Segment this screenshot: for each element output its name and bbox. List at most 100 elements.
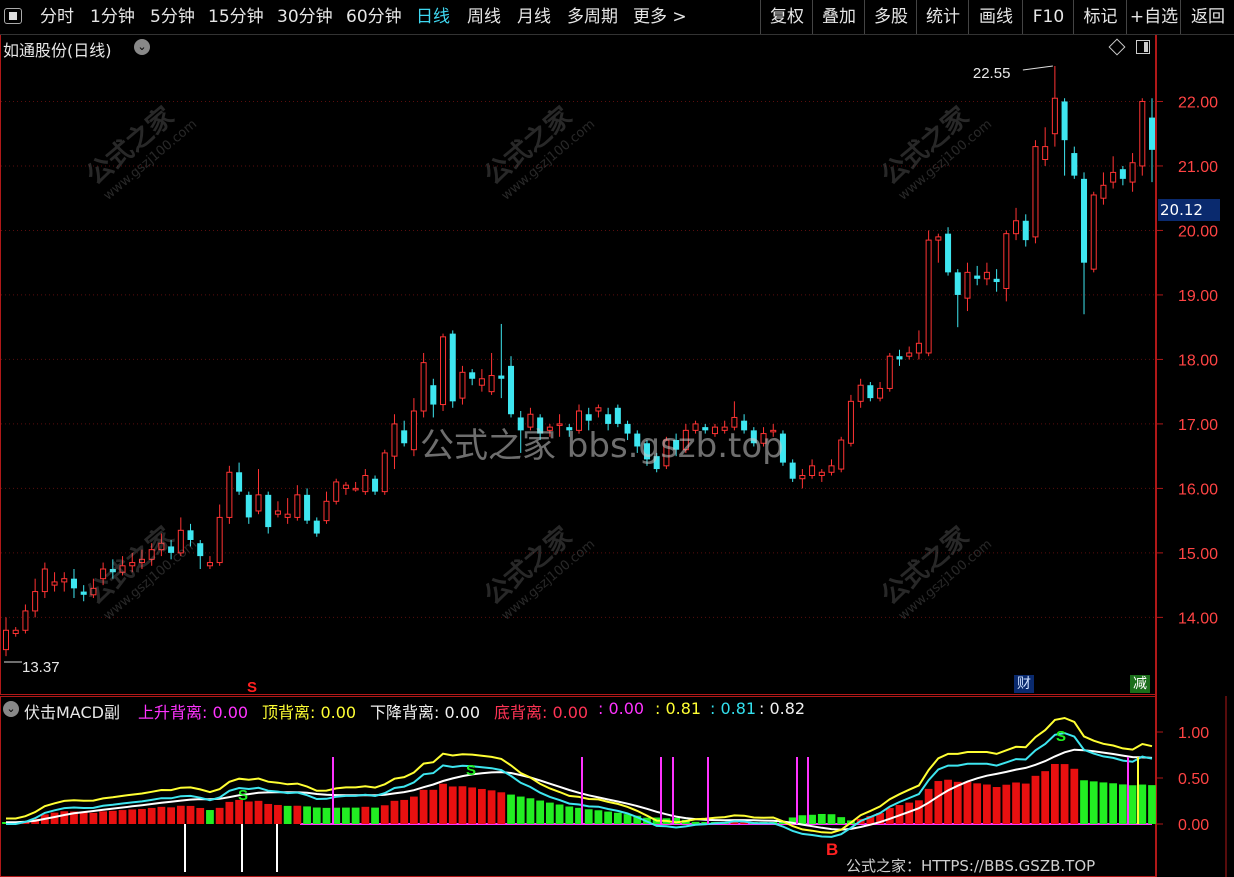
macd-bar: [487, 790, 496, 824]
candle-body: [352, 487, 359, 491]
current-price-tag: 20.12: [1158, 199, 1220, 221]
toolbar-button-5[interactable]: F10: [1022, 0, 1074, 34]
toolbar-button-0[interactable]: 复权: [760, 0, 813, 34]
candle-body: [1090, 194, 1097, 270]
macd-bar: [1002, 784, 1011, 824]
toolbar-button-4[interactable]: 画线: [968, 0, 1023, 34]
macd-bar: [623, 814, 632, 824]
macd-bar: [613, 812, 622, 824]
macd-bar: [215, 807, 224, 824]
tab-0[interactable]: 分时: [40, 0, 74, 34]
candle-body: [809, 465, 816, 476]
candle-body: [1119, 169, 1126, 179]
macd-bar: [477, 788, 486, 824]
toolbar-button-3[interactable]: 统计: [916, 0, 969, 34]
tab-9[interactable]: 多周期: [567, 0, 618, 34]
macd-bar: [953, 781, 962, 824]
macd-bar: [1060, 764, 1069, 824]
indicator-name[interactable]: 伏击MACD副: [24, 699, 120, 723]
toolbar-button-1[interactable]: 叠加: [812, 0, 865, 34]
tab-7[interactable]: 周线: [467, 0, 501, 34]
price-tick-label: 19.00: [1178, 288, 1218, 305]
macd-bar: [439, 783, 447, 824]
footer-watermark: 公式之家：HTTPS://BBS.GSZB.TOP: [846, 857, 1096, 875]
candle-body: [459, 371, 466, 399]
macd-bar: [808, 814, 816, 824]
indicator-value-3: 底背离: 0.00: [494, 703, 589, 722]
panel-toggle-icon[interactable]: [1136, 40, 1150, 54]
candle-body: [877, 387, 884, 399]
low-label: 13.37: [22, 659, 60, 676]
candle-body: [789, 462, 796, 479]
candle-body: [964, 271, 971, 299]
candle-body: [420, 362, 427, 412]
macd-bar: [536, 800, 545, 824]
candle-body: [954, 272, 961, 295]
candle-body: [906, 352, 913, 357]
candle-body: [857, 384, 864, 402]
tab-2[interactable]: 5分钟: [150, 0, 195, 34]
candle-body: [206, 562, 213, 567]
price-tick-label: 16.00: [1178, 481, 1218, 498]
macd-bar: [303, 806, 311, 824]
macd-bar: [167, 807, 175, 824]
chevron-down-icon[interactable]: ⌄: [134, 39, 150, 55]
tab-5[interactable]: 60分钟: [346, 0, 402, 34]
candle-body: [915, 342, 922, 354]
candle-body: [274, 510, 281, 515]
sell-marker-ind: S: [238, 787, 248, 804]
candle-body: [828, 465, 835, 473]
candle-body: [41, 568, 48, 593]
macd-bar: [934, 781, 943, 824]
macd-bar: [283, 805, 292, 824]
tab-8[interactable]: 月线: [517, 0, 551, 34]
candle-body: [799, 474, 806, 480]
badge-reduce[interactable]: 减: [1130, 675, 1150, 693]
candle-body: [1100, 184, 1107, 199]
macd-bar: [516, 796, 525, 824]
candle-body: [401, 430, 408, 444]
candle-body: [1013, 220, 1020, 235]
macd-bar: [410, 796, 418, 824]
candle-body: [469, 372, 476, 379]
menu-square-icon[interactable]: [4, 8, 22, 24]
candle-body: [2, 629, 10, 651]
macd-bar: [458, 786, 467, 824]
price-tick-label: 17.00: [1178, 417, 1218, 434]
candle-body: [226, 471, 233, 518]
candle-body: [61, 578, 68, 583]
toolbar-button-2[interactable]: 多股: [864, 0, 917, 34]
tab-3[interactable]: 15分钟: [208, 0, 264, 34]
toolbar-button-7[interactable]: +自选: [1126, 0, 1181, 34]
macd-bar: [1080, 780, 1088, 824]
tab-4[interactable]: 30分钟: [277, 0, 333, 34]
candle-body: [993, 278, 1000, 283]
candle-body: [818, 471, 825, 476]
candle-body: [488, 375, 495, 393]
macd-bar: [274, 804, 282, 824]
indicator-menu-icon[interactable]: ⌄: [3, 701, 19, 717]
candle-body: [216, 516, 223, 564]
candle-body: [847, 400, 854, 444]
macd-bar: [400, 799, 409, 824]
tab-1[interactable]: 1分钟: [90, 0, 135, 34]
candle-body: [294, 494, 301, 518]
macd-bar: [293, 805, 302, 824]
toolbar-button-8[interactable]: 返回: [1180, 0, 1234, 34]
macd-bar: [322, 807, 331, 824]
center-watermark: 公式之家 bbs.gszb.top: [420, 426, 784, 466]
macd-bar: [468, 787, 477, 824]
badge-finance[interactable]: 财: [1014, 675, 1034, 693]
macd-bar: [361, 806, 370, 824]
indicator-value-6: : 0.81: [710, 699, 757, 718]
macd-bar: [963, 781, 972, 824]
tab-6[interactable]: 日线: [416, 0, 450, 34]
price-tick-label: 21.00: [1178, 159, 1218, 176]
toolbar-button-6[interactable]: 标记: [1073, 0, 1127, 34]
macd-bar: [225, 801, 234, 824]
candle-body: [925, 239, 932, 354]
price-tick-label: 15.00: [1178, 546, 1218, 563]
tab-10[interactable]: 更多 >: [633, 0, 687, 34]
macd-bar: [429, 789, 438, 824]
price-tick-label: 20.00: [1178, 223, 1218, 240]
